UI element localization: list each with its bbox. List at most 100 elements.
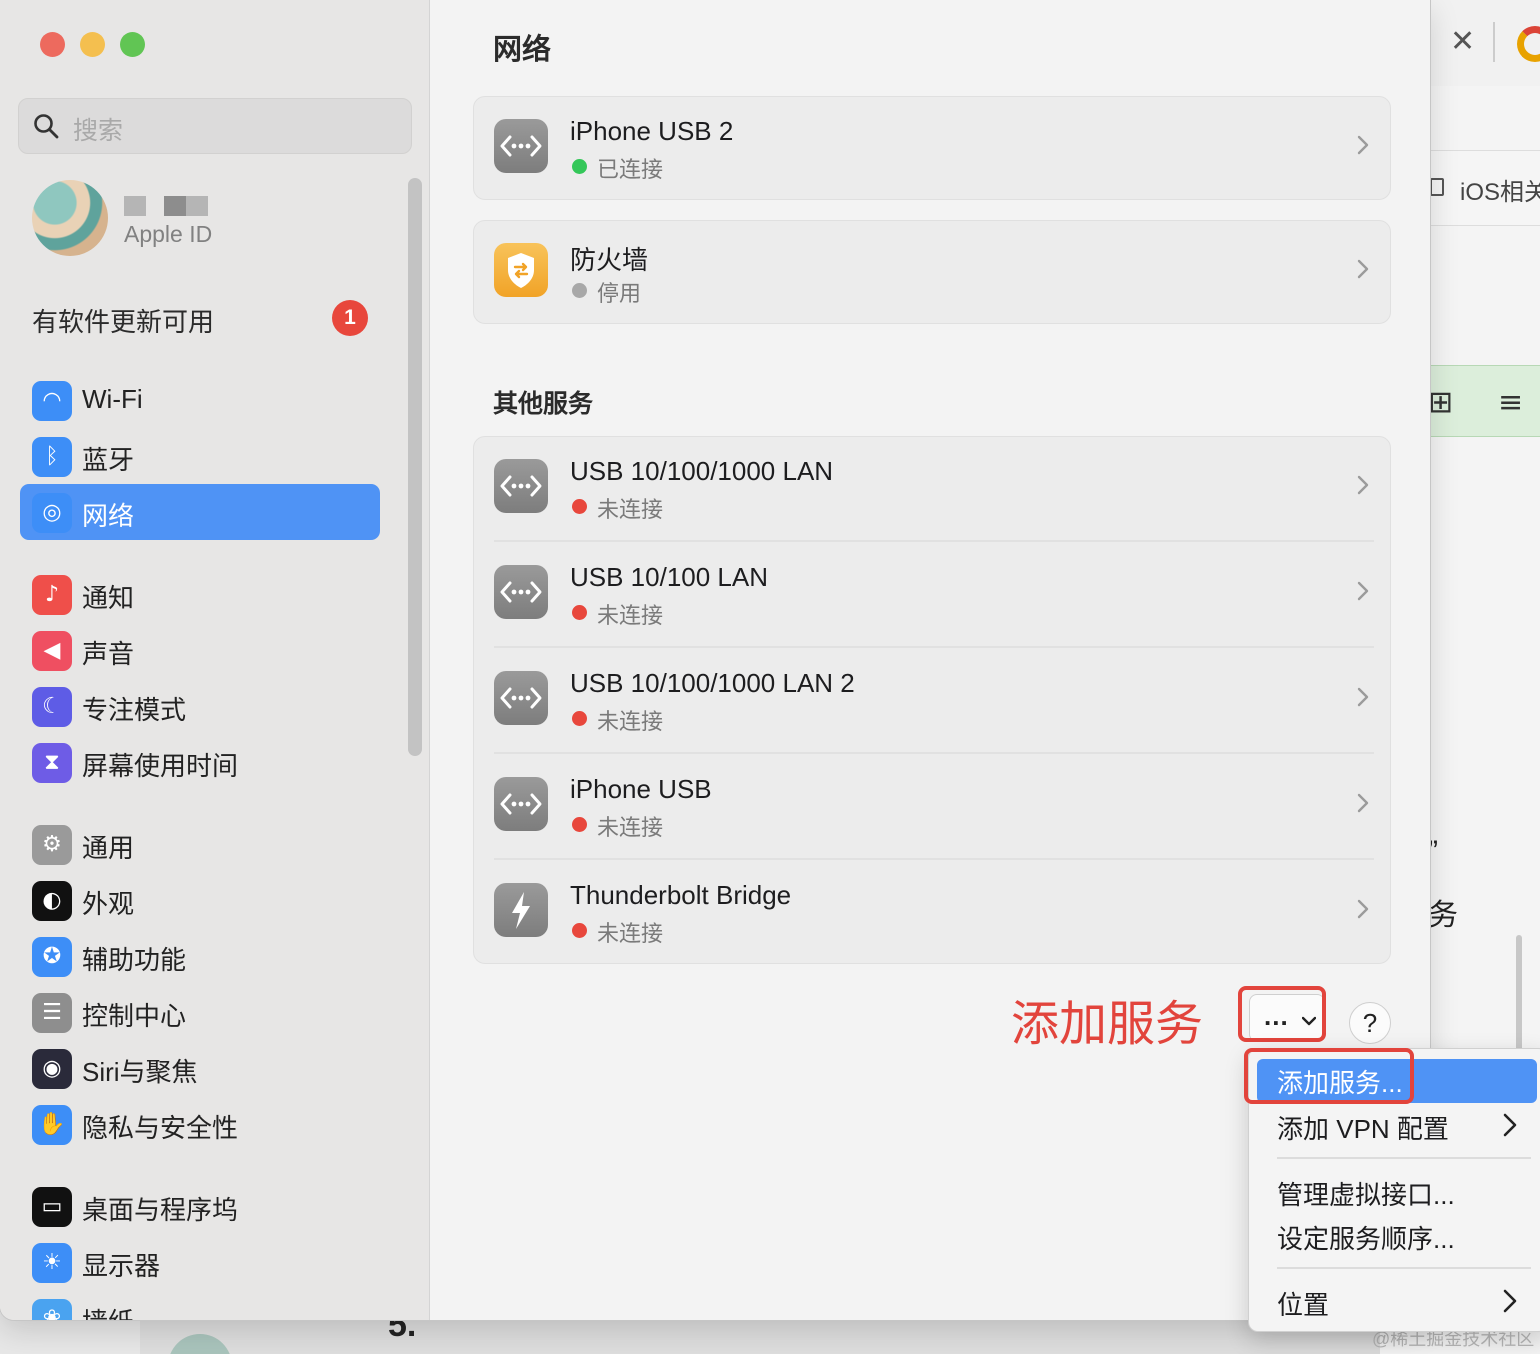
status-dot bbox=[572, 817, 587, 832]
background-scrollbar[interactable] bbox=[1516, 935, 1522, 1055]
background-text: 务 bbox=[1428, 899, 1458, 932]
service-title: Thunderbolt Bridge bbox=[570, 880, 792, 910]
network-adapter-icon bbox=[494, 119, 548, 173]
siri-icon: ◉ bbox=[32, 1049, 72, 1089]
sidebar-item-label: 外观 bbox=[82, 889, 135, 919]
service-title: USB 10/100/1000 LAN 2 bbox=[570, 668, 855, 698]
table-icon[interactable]: ⊞ bbox=[1428, 385, 1453, 420]
wifi-icon: ◠ bbox=[32, 381, 72, 421]
chevron-right-icon bbox=[1357, 793, 1369, 813]
globe-icon: ◎ bbox=[32, 493, 72, 533]
chevron-right-icon bbox=[1357, 687, 1369, 707]
status-dot bbox=[572, 283, 587, 298]
software-update-label[interactable]: 有软件更新可用 bbox=[32, 302, 214, 339]
status-text: 已连接 bbox=[597, 157, 664, 182]
menu-item-add-vpn[interactable]: 添加 VPN 配置 bbox=[1277, 1109, 1449, 1146]
sidebar-item-label: 专注模式 bbox=[82, 695, 187, 725]
sidebar-item[interactable]: ◉ Siri与聚焦 bbox=[20, 1040, 380, 1096]
service-card: iPhone USB 2 已连接 bbox=[473, 96, 1391, 200]
status-dot bbox=[572, 711, 587, 726]
chevron-right-icon bbox=[1503, 1113, 1517, 1137]
service-status: 停用 bbox=[570, 276, 641, 308]
chevron-right-icon bbox=[1357, 259, 1369, 279]
moon-icon: ☾ bbox=[32, 687, 72, 727]
accessibility-icon: ✪ bbox=[32, 937, 72, 977]
sidebar-item[interactable]: ◠ Wi-Fi bbox=[20, 372, 380, 428]
other-services-title: 其他服务 bbox=[493, 390, 594, 418]
sidebar-item-label: 网络 bbox=[82, 501, 135, 531]
status-text: 未连接 bbox=[597, 709, 664, 734]
service-status: 未连接 bbox=[570, 598, 663, 630]
sidebar-item[interactable]: ❀ 墙纸 bbox=[20, 1290, 380, 1320]
hand-icon: ✋ bbox=[32, 1105, 72, 1145]
sidebar-item-label: 声音 bbox=[82, 639, 135, 669]
background-tab[interactable]: iOS相关 bbox=[1460, 172, 1540, 207]
hourglass-icon: ⧗ bbox=[32, 743, 72, 783]
sidebar-item-label: 屏幕使用时间 bbox=[82, 751, 239, 781]
sidebar-item[interactable]: ▭ 桌面与程序坞 bbox=[20, 1178, 380, 1234]
menu-item-location[interactable]: 位置 bbox=[1277, 1285, 1329, 1322]
thunderbolt-icon bbox=[494, 883, 548, 937]
service-row[interactable]: USB 10/100 LAN 未连接 bbox=[474, 542, 1392, 648]
search-icon bbox=[34, 114, 59, 139]
sidebar: 搜索 Apple ID 有软件更新可用 1 ◠ Wi-Fi ᛒ 蓝牙 ◎ 网络 ♪ 通知 ◀ 声音… bbox=[0, 0, 430, 1320]
sidebar-item[interactable]: ⧗ 屏幕使用时间 bbox=[20, 734, 380, 790]
status-text: 停用 bbox=[597, 281, 642, 306]
sidebar-item[interactable]: ☰ 控制中心 bbox=[20, 984, 380, 1040]
status-dot bbox=[572, 159, 587, 174]
network-adapter-icon bbox=[494, 459, 548, 513]
service-row[interactable]: Thunderbolt Bridge 未连接 bbox=[474, 860, 1392, 966]
chevron-right-icon bbox=[1357, 135, 1369, 155]
appearance-icon: ◐ bbox=[32, 881, 72, 921]
sidebar-item[interactable]: ◐ 外观 bbox=[20, 872, 380, 928]
sidebar-item[interactable]: ⚙ 通用 bbox=[20, 816, 380, 872]
apple-id-label[interactable]: Apple ID bbox=[124, 221, 212, 248]
sidebar-item-label: 桌面与程序坞 bbox=[82, 1195, 239, 1225]
menu-item-manage-virtual-interfaces[interactable]: 管理虚拟接口... bbox=[1277, 1175, 1455, 1212]
close-window-button[interactable] bbox=[40, 32, 65, 57]
status-dot bbox=[572, 605, 587, 620]
menu-item-set-service-order[interactable]: 设定服务顺序... bbox=[1277, 1219, 1455, 1256]
sidebar-item[interactable]: ☾ 专注模式 bbox=[20, 678, 380, 734]
service-status: 未连接 bbox=[570, 704, 663, 736]
sidebar-item-label: Siri与聚焦 bbox=[82, 1057, 198, 1087]
annotation-label: 添加服务 bbox=[1011, 998, 1204, 1051]
close-icon[interactable]: ✕ bbox=[1450, 24, 1475, 59]
service-title: USB 10/100 LAN bbox=[570, 562, 769, 592]
sidebar-item[interactable]: ᛒ 蓝牙 bbox=[20, 428, 380, 484]
control-center-icon: ☰ bbox=[32, 993, 72, 1033]
status-text: 未连接 bbox=[597, 603, 664, 628]
service-status: 未连接 bbox=[570, 810, 663, 842]
speaker-icon: ◀ bbox=[32, 631, 72, 671]
sidebar-item[interactable]: ◎ 网络 bbox=[20, 484, 380, 540]
avatar[interactable] bbox=[32, 180, 108, 256]
service-status: 未连接 bbox=[570, 492, 663, 524]
service-row[interactable]: 防火墙 停用 bbox=[474, 220, 1392, 326]
sidebar-item[interactable]: ◀ 声音 bbox=[20, 622, 380, 678]
background-bottom-area bbox=[140, 1318, 1380, 1354]
zoom-window-button[interactable] bbox=[120, 32, 145, 57]
minimize-window-button[interactable] bbox=[80, 32, 105, 57]
service-row[interactable]: iPhone USB 未连接 bbox=[474, 754, 1392, 860]
status-text: 未连接 bbox=[597, 815, 664, 840]
align-icon[interactable]: ≡ bbox=[1498, 385, 1523, 420]
service-card: 防火墙 停用 bbox=[473, 220, 1391, 324]
sidebar-item[interactable]: ♪ 通知 bbox=[20, 566, 380, 622]
service-title: iPhone USB 2 bbox=[570, 116, 734, 146]
service-row[interactable]: iPhone USB 2 已连接 bbox=[474, 96, 1392, 202]
service-row[interactable]: USB 10/100/1000 LAN 2 未连接 bbox=[474, 648, 1392, 754]
sidebar-item[interactable]: ✋ 隐私与安全性 bbox=[20, 1096, 380, 1152]
dock-icon: ▭ bbox=[32, 1187, 72, 1227]
sidebar-item[interactable]: ☀ 显示器 bbox=[20, 1234, 380, 1290]
gear-icon: ⚙ bbox=[32, 825, 72, 865]
service-row[interactable]: USB 10/100/1000 LAN 未连接 bbox=[474, 436, 1392, 542]
help-button[interactable]: ? bbox=[1349, 1002, 1391, 1044]
sidebar-item[interactable]: ✪ 辅助功能 bbox=[20, 928, 380, 984]
sidebar-item-label: 显示器 bbox=[82, 1251, 161, 1281]
chevron-right-icon bbox=[1357, 899, 1369, 919]
search-placeholder: 搜索 bbox=[73, 117, 124, 145]
search-input[interactable]: 搜索 bbox=[18, 98, 412, 154]
status-dot bbox=[572, 923, 587, 938]
bell-icon: ♪ bbox=[32, 575, 72, 615]
sidebar-scrollbar[interactable] bbox=[408, 178, 422, 756]
